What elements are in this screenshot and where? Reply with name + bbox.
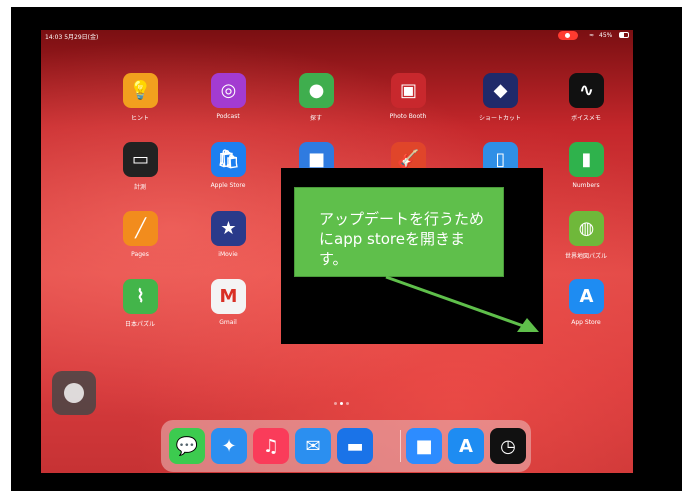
app-label: Numbers	[572, 182, 600, 189]
app-11[interactable]: ▮ Numbers	[551, 142, 621, 202]
app-label: 計測	[133, 184, 146, 191]
app-label: iMovie	[218, 251, 238, 258]
battery-icon	[619, 32, 629, 38]
app-label: 日本パズル	[124, 321, 155, 328]
app-label: 探す	[309, 115, 322, 122]
app-5[interactable]: ∿ ボイスメモ	[551, 73, 621, 133]
app-2[interactable]: ● 探す	[281, 73, 351, 133]
app-label: Apple Store	[210, 182, 246, 189]
arrow-icon	[385, 275, 539, 332]
find-my-icon: ●	[299, 73, 334, 108]
japan-puzzle-icon: ⌇	[123, 279, 158, 314]
app-12[interactable]: ╱ Pages	[105, 211, 175, 271]
app-1[interactable]: ◎ Podcast	[193, 73, 263, 133]
app-6[interactable]: ▭ 計測	[105, 142, 175, 202]
app-store-icon: A	[569, 279, 604, 314]
app-label: ボイスメモ	[571, 115, 601, 122]
app-17[interactable]: ◍ 世界地図パズル	[551, 211, 621, 271]
pages-icon: ╱	[123, 211, 158, 246]
annotation-overlay: アップデートを行うため にapp storeを開きます。	[281, 168, 543, 344]
app-label: Gmail	[219, 319, 237, 326]
safari-icon[interactable]: ✦	[211, 428, 247, 464]
clock-icon[interactable]: ◷	[490, 428, 526, 464]
app-4[interactable]: ◆ ショートカット	[465, 73, 535, 133]
assistive-touch-button[interactable]	[52, 371, 96, 415]
dock: 💬 ✦ ♫ ✉ ▬ ■ A ◷	[161, 420, 531, 472]
app-23[interactable]: A App Store	[551, 279, 621, 339]
app-label: ショートカット	[478, 115, 521, 122]
apple-store-icon: 🛍	[211, 142, 246, 177]
battery-percent: 45%	[599, 32, 613, 39]
messages-icon[interactable]: 💬	[169, 428, 205, 464]
screen-recording-indicator	[558, 31, 578, 40]
dock-separator	[400, 430, 401, 462]
app-3[interactable]: ▣ Photo Booth	[373, 73, 443, 133]
app-label: Photo Booth	[389, 113, 427, 120]
music-icon[interactable]: ♫	[253, 428, 289, 464]
app-7[interactable]: 🛍 Apple Store	[193, 142, 263, 202]
app-label: App Store	[571, 319, 601, 326]
app-19[interactable]: M Gmail	[193, 279, 263, 339]
lightbulb-icon: 💡	[123, 73, 158, 108]
app-0[interactable]: 💡 ヒント	[105, 73, 175, 133]
mail-icon[interactable]: ✉	[295, 428, 331, 464]
status-time-date: 14:03 5月29日(金)	[45, 34, 99, 41]
shortcuts-icon: ◆	[483, 73, 518, 108]
photo-booth-icon: ▣	[391, 73, 426, 108]
measure-icon: ▭	[123, 142, 158, 177]
numbers-icon: ▮	[569, 142, 604, 177]
app-label: ヒント	[130, 115, 149, 122]
zoom-icon[interactable]: ■	[406, 428, 442, 464]
app-label: 世界地図パズル	[564, 253, 607, 260]
gmail-icon: M	[211, 279, 246, 314]
app-label: Podcast	[216, 113, 240, 120]
app-18[interactable]: ⌇ 日本パズル	[105, 279, 175, 339]
imovie-icon: ★	[211, 211, 246, 246]
voice-memo-icon: ∿	[569, 73, 604, 108]
app-13[interactable]: ★ iMovie	[193, 211, 263, 271]
files-icon[interactable]: ▬	[337, 428, 373, 464]
app-label: Pages	[131, 251, 149, 258]
world-map-icon: ◍	[569, 211, 604, 246]
podcast-icon: ◎	[211, 73, 246, 108]
wifi-icon: ≈	[589, 32, 595, 39]
app-store-icon[interactable]: A	[448, 428, 484, 464]
